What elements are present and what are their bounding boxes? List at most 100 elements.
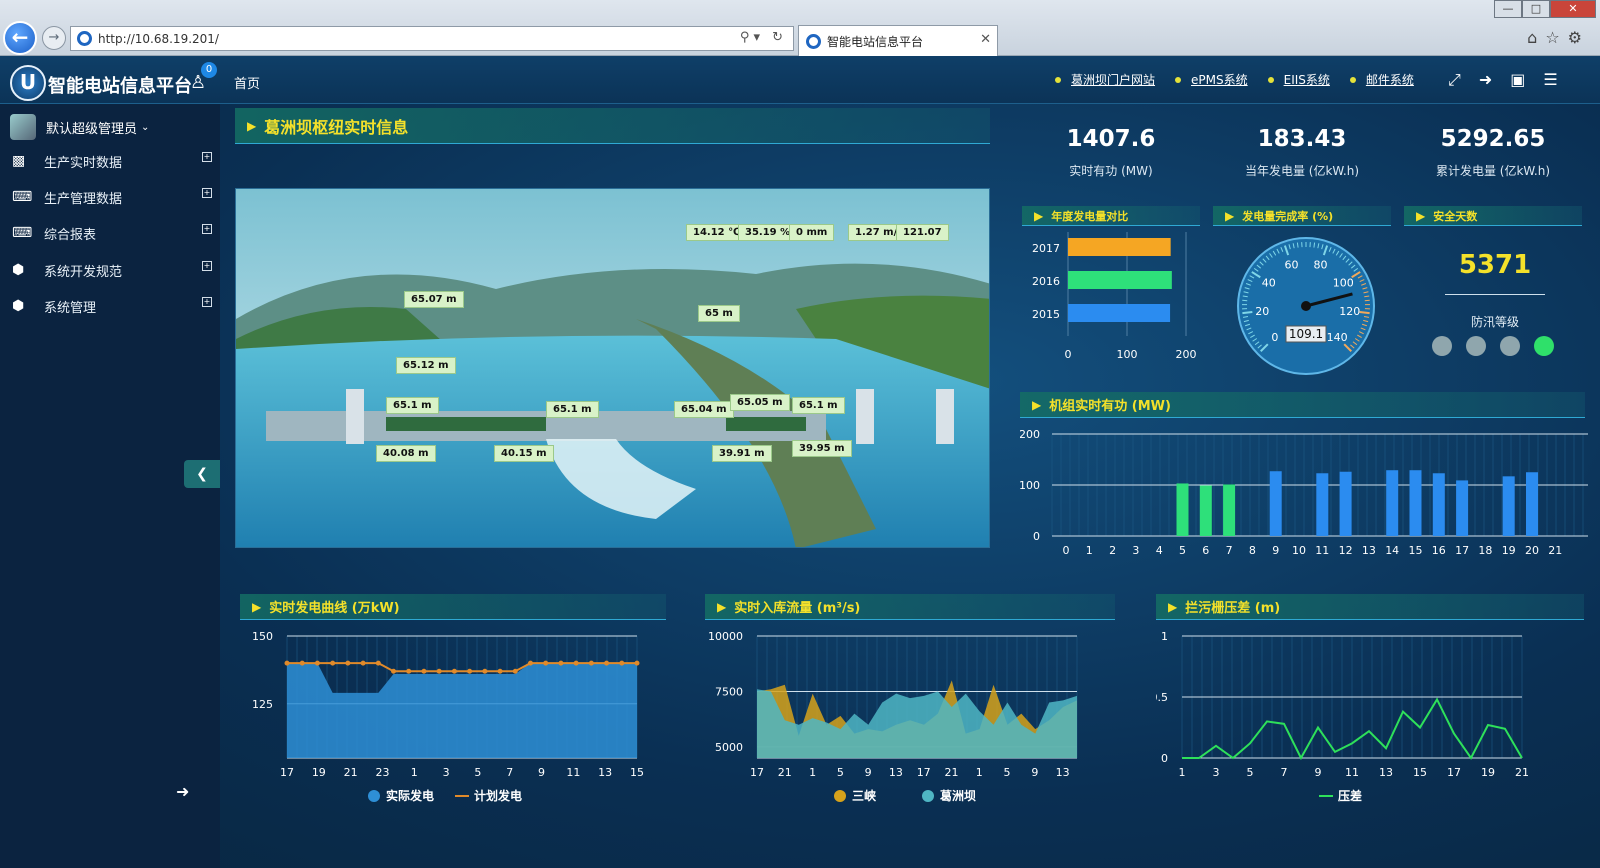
legend-label: 葛洲坝 xyxy=(939,788,976,803)
category-label: 2016 xyxy=(1032,275,1060,288)
sidebar-item-realtime[interactable]: ▩ 生产实时数据 + xyxy=(12,146,212,176)
logo-icon: U xyxy=(10,65,46,101)
bar xyxy=(1526,472,1538,536)
gauge-hub xyxy=(1301,301,1311,311)
sidebar-item-label: 生产管理数据 xyxy=(44,191,123,207)
gauge-value: 109.1 xyxy=(1289,327,1323,341)
fullscreen-icon[interactable]: ⤢ xyxy=(1448,70,1461,90)
bar xyxy=(1409,470,1422,536)
header-icons: ⤢ ➜ ▣ ☰ xyxy=(1448,70,1558,90)
flood-light-1 xyxy=(1466,336,1486,356)
trash-rack-panel-title: ▶ 拦污栅压差 (m) xyxy=(1156,594,1584,620)
browser-tab[interactable]: 智能电站信息平台 ✕ xyxy=(798,25,998,56)
exit-icon[interactable]: ➜ xyxy=(1479,70,1492,90)
url-text: http://10.68.19.201/ xyxy=(98,31,219,46)
expand-icon[interactable]: + xyxy=(202,261,212,271)
expand-icon[interactable]: + xyxy=(202,224,212,234)
tick-label: 17 xyxy=(280,766,294,779)
series-point xyxy=(330,660,336,666)
tick-label: 13 xyxy=(598,766,612,779)
expand-icon[interactable]: + xyxy=(202,152,212,162)
level-label: 65.12 m xyxy=(396,357,456,374)
weather-extra: 121.07 xyxy=(896,224,949,241)
tick-label: 4 xyxy=(1156,544,1163,557)
sidebar-item-reports[interactable]: ⌨ 综合报表 + xyxy=(12,218,212,248)
sidebar-item-management[interactable]: ⌨ 生产管理数据 + xyxy=(12,182,212,212)
browser-toolbar-icons[interactable]: ⌂☆⚙ xyxy=(1527,28,1590,47)
expand-icon[interactable]: + xyxy=(202,297,212,307)
triangle-icon: ▶ xyxy=(1168,599,1178,614)
tick-label: 9 xyxy=(1272,544,1279,557)
top-bar: U 智能电站信息平台 ♙ 0 首页 葛洲坝门户网站 ePMS系统 EIIS系统 … xyxy=(0,56,1600,104)
gauge-tick-label: 80 xyxy=(1314,258,1328,271)
link-mail[interactable]: 邮件系统 xyxy=(1349,71,1414,88)
tick-label: 7 xyxy=(506,766,513,779)
sidebar-item-dev-spec[interactable]: ⬢ 系统开发规范 + xyxy=(12,255,212,285)
tab-close-icon[interactable]: ✕ xyxy=(980,32,991,47)
address-bar[interactable]: http://10.68.19.201/ ⚲▾ ↻ xyxy=(70,26,794,51)
external-links: 葛洲坝门户网站 ePMS系统 EIIS系统 邮件系统 xyxy=(1055,71,1414,88)
series-point xyxy=(436,668,442,674)
completion-gauge: 020 40 60 80 100 120 140 109.1 xyxy=(1237,237,1375,375)
triangle-icon: ▶ xyxy=(1032,397,1042,412)
forward-button[interactable]: → xyxy=(42,26,66,50)
tick-label: 19 xyxy=(1502,544,1516,557)
series-area xyxy=(287,663,637,758)
gauge-panel-title: ▶ 发电量完成率 (%) xyxy=(1213,206,1391,226)
tick-label: 17 xyxy=(1455,544,1469,557)
bar xyxy=(1432,473,1445,536)
tick-label: 20 xyxy=(1525,544,1539,557)
series-point xyxy=(512,668,518,674)
tick-label: 1 xyxy=(976,766,983,779)
site-favicon-icon xyxy=(77,31,92,46)
tick-label: 1 xyxy=(1086,544,1093,557)
tick-label: 7 xyxy=(1226,544,1233,557)
minimize-button[interactable]: — xyxy=(1494,0,1522,18)
legend-label: 实际发电 xyxy=(386,788,434,803)
sidebar-collapse-button[interactable]: ❮ xyxy=(184,460,220,488)
link-epms[interactable]: ePMS系统 xyxy=(1175,71,1248,88)
series-point xyxy=(299,660,305,666)
search-refresh-icons[interactable]: ⚲▾ ↻ xyxy=(740,30,787,45)
series-point xyxy=(391,668,397,674)
tick-label: 5 xyxy=(1247,766,1254,779)
sidebar-item-system[interactable]: ⬢ 系统管理 + xyxy=(12,291,212,321)
home-link[interactable]: 首页 xyxy=(234,73,260,92)
logout-icon[interactable]: ➜ xyxy=(176,782,189,801)
tick-label: 5 xyxy=(1179,544,1186,557)
tick-label: 1 xyxy=(809,766,816,779)
admin-menu[interactable]: 默认超级管理员 ⌄ xyxy=(10,114,149,140)
level-label: 65 m xyxy=(698,305,740,322)
tick-label: 15 xyxy=(1409,544,1423,557)
kpi-label: 累计发电量 (亿kW.h) xyxy=(1435,164,1551,178)
app-root: U 智能电站信息平台 ♙ 0 首页 葛洲坝门户网站 ePMS系统 EIIS系统 … xyxy=(0,56,1600,868)
tick-label: 13 xyxy=(1379,766,1393,779)
triangle-icon: ▶ xyxy=(247,118,257,133)
flood-level-label: 防汛等级 xyxy=(1470,315,1519,329)
lock-icon[interactable]: ▣ xyxy=(1510,70,1525,90)
gauge-tick xyxy=(1359,311,1370,315)
inflow-chart: 500075001000017 21 1 5 9 13 17 21 1 5 9 13三峡 葛洲坝 xyxy=(708,630,1078,803)
link-eiis[interactable]: EIIS系统 xyxy=(1267,71,1330,88)
expand-icon[interactable]: + xyxy=(202,188,212,198)
gauge-tick-label: 140 xyxy=(1327,331,1348,344)
dam-scene-image: 14.12 ℃ 35.19 % 0 mm 1.27 m/s 121.07 65.… xyxy=(235,188,990,548)
tick-label: 100 xyxy=(1020,479,1040,492)
menu-icon[interactable]: ☰ xyxy=(1543,70,1557,90)
tick-label: 0 xyxy=(1161,752,1168,765)
tick-label: 9 xyxy=(865,766,872,779)
maximize-button[interactable]: □ xyxy=(1522,0,1550,18)
series-point xyxy=(634,660,640,666)
gauge-tick-label: 100 xyxy=(1333,277,1354,290)
back-button[interactable]: ← xyxy=(3,21,37,55)
level-label: 65.04 m xyxy=(674,401,734,418)
sidebar-item-label: 综合报表 xyxy=(44,227,97,243)
bar xyxy=(1223,484,1236,536)
gauge-tick xyxy=(1242,311,1253,315)
window-close-button[interactable]: ✕ xyxy=(1550,0,1596,18)
tick-label: 17 xyxy=(917,766,931,779)
link-portal[interactable]: 葛洲坝门户网站 xyxy=(1055,71,1155,88)
tick-label: 3 xyxy=(1132,544,1139,557)
series-point xyxy=(543,660,549,666)
triangle-icon: ▶ xyxy=(1416,208,1426,223)
